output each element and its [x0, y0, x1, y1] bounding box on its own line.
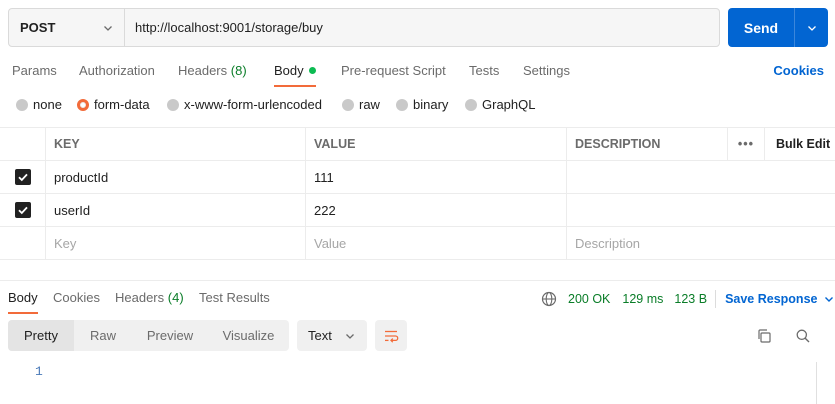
tab-settings[interactable]: Settings: [523, 63, 570, 78]
format-select[interactable]: Text: [297, 320, 367, 351]
globe-icon[interactable]: [541, 291, 557, 307]
view-pretty[interactable]: Pretty: [8, 320, 74, 351]
body-type-radios: none form-data x-www-form-urlencoded raw…: [0, 97, 835, 117]
check-icon: [17, 173, 28, 182]
tab-pre-request-script[interactable]: Pre-request Script: [341, 63, 446, 78]
description-cell[interactable]: [566, 194, 835, 226]
value-cell[interactable]: 222: [305, 194, 566, 226]
status-code[interactable]: 200 OK: [568, 292, 610, 306]
response-tab-body[interactable]: Body: [8, 290, 38, 314]
row-checkbox[interactable]: [14, 169, 31, 185]
copy-button[interactable]: [754, 326, 774, 346]
response-tab-cookies[interactable]: Cookies: [53, 290, 100, 305]
radio-raw[interactable]: raw: [342, 97, 380, 112]
check-icon: [17, 206, 28, 215]
radio-label: form-data: [94, 97, 150, 112]
radio-graphql[interactable]: GraphQL: [465, 97, 535, 112]
response-tab-headers-label: Headers: [115, 290, 165, 305]
headers-count: (8): [230, 63, 247, 78]
divider: [715, 290, 717, 308]
tab-body-label: Body: [274, 63, 304, 78]
row-checkbox-cell: [0, 194, 45, 226]
radio-circle-selected: [77, 98, 89, 111]
response-tab-headers[interactable]: Headers (4): [115, 290, 184, 305]
radio-circle: [16, 98, 28, 111]
tab-tests[interactable]: Tests: [469, 63, 499, 78]
response-view-toggle: Pretty Raw Preview Visualize: [8, 320, 289, 351]
view-preview[interactable]: Preview: [132, 320, 208, 351]
response-status-area: 200 OK 129 ms 123 B Save Response: [541, 290, 835, 308]
row-checkbox-cell: [0, 227, 45, 259]
radio-circle: [396, 98, 408, 111]
wrap-lines-icon: [385, 330, 399, 343]
chevron-down-icon: [104, 25, 112, 31]
save-response-label: Save Response: [725, 292, 818, 306]
copy-icon: [758, 329, 771, 343]
wrap-lines-button[interactable]: [375, 320, 407, 351]
bulk-edit-button[interactable]: Bulk Edit: [764, 128, 835, 160]
save-response-button[interactable]: Save Response: [725, 292, 835, 306]
response-tabs: Body Cookies Headers (4) Test Results 20…: [0, 280, 835, 314]
column-header-key: KEY: [45, 128, 305, 160]
tab-body[interactable]: Body: [274, 63, 316, 87]
radio-label: GraphQL: [482, 97, 536, 112]
radio-label: none: [33, 97, 62, 112]
response-time[interactable]: 129 ms: [622, 292, 663, 306]
method-select[interactable]: POST: [9, 9, 125, 46]
tab-headers[interactable]: Headers (8): [178, 63, 247, 78]
radio-x-www-form-urlencoded[interactable]: x-www-form-urlencoded: [167, 97, 322, 112]
table-row: productId 111: [0, 161, 835, 194]
format-label: Text: [308, 328, 332, 343]
send-button-group: Send: [728, 8, 828, 47]
new-key-input[interactable]: Key: [45, 227, 305, 259]
send-button[interactable]: Send: [728, 8, 795, 47]
url-input[interactable]: [125, 9, 719, 46]
chevron-down-icon: [346, 333, 354, 339]
tab-headers-label: Headers: [178, 63, 228, 78]
request-url-bar: POST: [8, 8, 720, 47]
view-raw[interactable]: Raw: [74, 320, 132, 351]
search-icon: [796, 329, 810, 343]
radio-form-data[interactable]: form-data: [77, 97, 150, 112]
column-header-value: VALUE: [305, 128, 566, 160]
radio-none[interactable]: none: [16, 97, 62, 112]
body-indicator-dot: [308, 67, 316, 74]
radio-circle: [342, 98, 354, 111]
radio-label: raw: [359, 97, 380, 112]
header-check-cell: [0, 128, 45, 160]
table-row-new: Key Value Description: [0, 227, 835, 260]
view-visualize[interactable]: Visualize: [208, 320, 289, 351]
response-scrollbar[interactable]: [816, 362, 817, 404]
value-cell[interactable]: 111: [305, 161, 566, 193]
row-checkbox-cell: [0, 161, 45, 193]
radio-label: binary: [413, 97, 449, 112]
key-cell[interactable]: userId: [45, 194, 305, 226]
more-options-button[interactable]: •••: [727, 128, 764, 160]
radio-circle: [167, 98, 179, 111]
row-checkbox[interactable]: [14, 202, 31, 218]
tab-params[interactable]: Params: [12, 63, 57, 78]
table-row: userId 222: [0, 194, 835, 227]
description-cell[interactable]: [566, 161, 835, 193]
chevron-down-icon: [807, 25, 816, 31]
send-options-button[interactable]: [795, 8, 828, 47]
radio-binary[interactable]: binary: [396, 97, 448, 112]
response-headers-count: (4): [167, 290, 184, 305]
response-size[interactable]: 123 B: [674, 292, 707, 306]
response-tab-test-results[interactable]: Test Results: [199, 290, 270, 305]
form-data-table: KEY VALUE DESCRIPTION ••• Bulk Edit prod…: [0, 127, 835, 260]
cookies-link[interactable]: Cookies: [773, 63, 824, 78]
chevron-down-icon: [825, 297, 834, 302]
tab-authorization[interactable]: Authorization: [79, 63, 155, 78]
new-value-input[interactable]: Value: [305, 227, 566, 259]
search-button[interactable]: [793, 326, 813, 346]
request-tabs: Params Authorization Headers (8) Body Pr…: [0, 56, 835, 87]
line-number: 1: [35, 364, 43, 379]
radio-label: x-www-form-urlencoded: [184, 97, 322, 112]
radio-circle: [465, 98, 477, 111]
method-label: POST: [20, 20, 56, 35]
table-header-row: KEY VALUE DESCRIPTION ••• Bulk Edit: [0, 127, 835, 161]
new-description-input[interactable]: Description: [566, 227, 835, 259]
key-cell[interactable]: productId: [45, 161, 305, 193]
